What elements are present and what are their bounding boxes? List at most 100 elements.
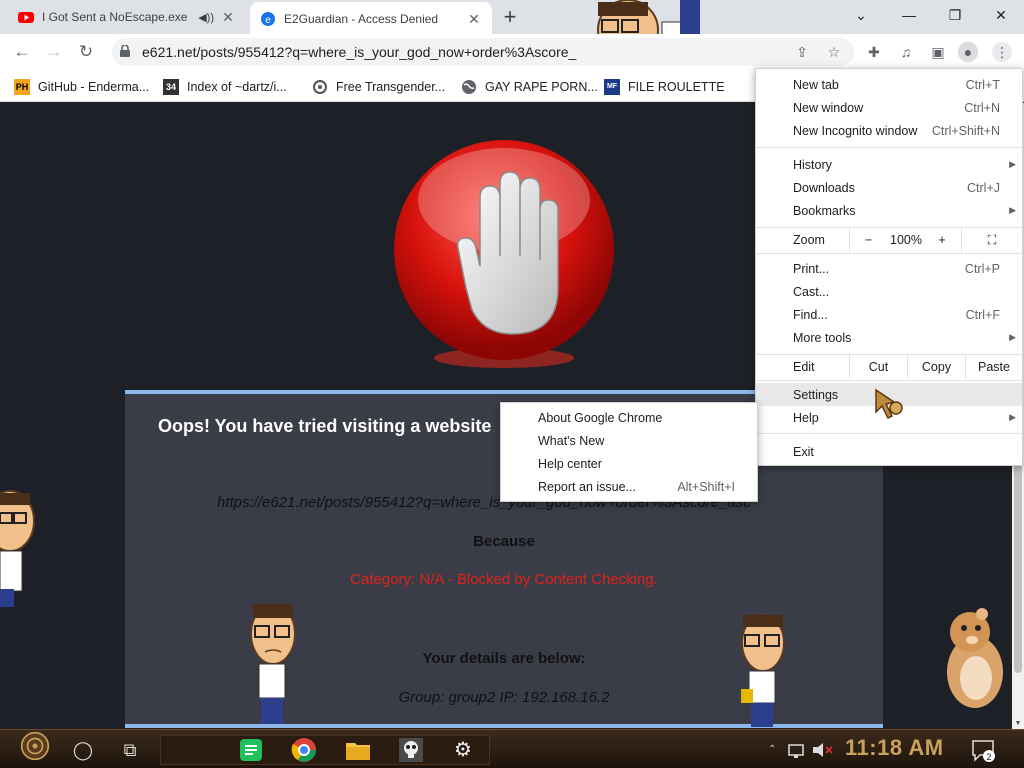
menu-item-downloads[interactable]: Downloads Ctrl+J [756,176,1022,199]
tab-search-button[interactable]: ⌄ [838,0,884,30]
menu-item-bookmarks[interactable]: Bookmarks ▶ [756,199,1022,222]
taskbar-clock[interactable]: 11:18 AM [845,735,944,761]
bookmark-item[interactable]: 34 Index of ~dartz/i... [163,78,287,96]
hank-hill-sprite[interactable] [737,611,793,729]
menu-item-more-tools[interactable]: More tools ▶ [756,326,1022,349]
skull-icon[interactable] [398,735,424,765]
menu-item-report-issue[interactable]: Report an issue... Alt+Shift+I [501,476,757,499]
tab-close-button[interactable]: ✕ [220,9,236,26]
menu-label: Settings [793,387,839,402]
close-window-button[interactable]: ✕ [978,0,1024,30]
volume-muted-icon[interactable] [810,735,834,765]
tab-close-button[interactable]: ✕ [466,11,482,28]
share-icon[interactable]: ⇪ [792,42,812,62]
start-button[interactable] [10,731,60,761]
cortana-icon[interactable]: ◯ [72,735,94,765]
bookmark-item[interactable]: PH GitHub - Enderma... [14,78,149,96]
back-icon[interactable]: ← [10,40,34,64]
file-roulette-favicon-icon: MF [604,79,620,95]
chrome-icon[interactable] [290,735,318,765]
copy-button[interactable]: Copy [907,355,965,379]
notification-icon[interactable]: 2 [970,735,996,765]
scroll-down-arrow[interactable]: ▼ [1012,720,1024,727]
e2guardian-icon: e [261,12,275,26]
url-text[interactable]: e621.net/posts/955412?q=where_is_your_go… [142,44,742,60]
bookmark-item[interactable]: GAY RAPE PORN... [461,78,598,96]
address-bar[interactable]: e621.net/posts/955412?q=where_is_your_go… [112,38,854,66]
menu-label: Help center [538,457,602,471]
menu-shortcut: Ctrl+J [967,180,1000,195]
reload-icon[interactable]: ↻ [74,40,98,64]
menu-item-about-chrome[interactable]: About Google Chrome [501,407,757,430]
menu-shortcut: Ctrl+T [965,77,1000,92]
custom-cursor-icon [875,388,903,420]
sidepanel-icon[interactable]: ▣ [928,42,948,62]
menu-label: Exit [793,444,814,459]
hank-hill-sprite[interactable] [0,489,36,607]
menu-shortcut: Ctrl+N [964,100,1000,115]
menu-shortcut: Alt+Shift+I [677,480,735,494]
bookmark-item[interactable]: Free Transgender... [312,78,445,96]
menu-zoom-row: Zoom − 100% + ⛶ [756,228,1022,252]
menu-separator [756,380,1022,381]
youtube-icon [18,12,34,23]
fullscreen-icon[interactable]: ⛶ [961,228,1022,252]
media-icon[interactable]: ♫ [896,42,916,62]
zoom-in-button[interactable]: + [925,228,959,252]
network-icon[interactable] [786,735,808,765]
task-view-icon[interactable]: ⧉ [118,735,142,765]
submenu-arrow-icon: ▶ [1009,205,1016,215]
bookmark-label: Free Transgender... [336,80,446,94]
cut-button[interactable]: Cut [849,355,907,379]
zoom-label: Zoom [793,233,825,247]
menu-label: More tools [793,330,852,345]
profile-icon[interactable]: ● [958,42,978,62]
tab-youtube[interactable]: I Got Sent a NoEscape.exe ◀)) ✕ [8,0,246,34]
paste-button[interactable]: Paste [965,355,1022,379]
menu-item-new-window[interactable]: New window Ctrl+N [756,96,1022,119]
tab-e2guardian[interactable]: e E2Guardian - Access Denied ✕ [250,2,492,36]
minimize-button[interactable]: — [886,0,932,30]
trans-favicon-icon [312,79,328,95]
menu-item-new-incognito[interactable]: New Incognito window Ctrl+Shift+N [756,119,1022,142]
menu-item-new-tab[interactable]: New tab Ctrl+T [756,73,1022,96]
menu-separator [756,147,1022,148]
star-icon[interactable]: ☆ [824,42,844,62]
forward-icon[interactable]: → [42,40,66,64]
restore-button[interactable]: ❐ [932,0,978,30]
submenu-arrow-icon: ▶ [1009,159,1016,169]
menu-label: What's New [538,434,605,448]
zoom-out-button[interactable]: − [849,228,887,252]
menu-label: New tab [793,77,839,92]
extensions-icon[interactable]: ✚ [864,42,884,62]
because-label: Because [473,533,535,550]
menu-item-help-center[interactable]: Help center [501,453,757,476]
stop-hand-icon [394,140,614,368]
pornhub-favicon-icon: PH [14,79,30,95]
pinned-apps-area [160,735,490,765]
menu-label: About Google Chrome [538,411,663,425]
menu-item-find[interactable]: Find... Ctrl+F [756,303,1022,326]
menu-label: Report an issue... [538,480,636,494]
menu-item-exit[interactable]: Exit [756,440,1022,463]
tray-overflow-icon[interactable]: ⌃ [768,735,782,765]
tab-strip: I Got Sent a NoEscape.exe ◀)) ✕ e E2Guar… [0,0,1024,61]
bookmark-label: GAY RAPE PORN... [485,80,598,94]
notes-app-icon[interactable] [238,735,264,765]
menu-item-cast[interactable]: Cast... [756,280,1022,303]
new-tab-button[interactable]: + [498,4,522,30]
bookmark-item[interactable]: MF FILE ROULETTE [604,78,725,96]
folder-icon[interactable] [344,735,372,765]
hank-hill-sprite[interactable] [245,600,301,726]
menu-item-history[interactable]: History ▶ [756,153,1022,176]
menu-item-whats-new[interactable]: What's New [501,430,757,453]
lock-icon[interactable] [120,43,134,60]
kebab-menu-icon[interactable]: ⋮ [992,42,1012,62]
menu-shortcut: Ctrl+P [964,261,1000,276]
audio-icon[interactable]: ◀)) [198,11,214,24]
menu-item-print[interactable]: Print... Ctrl+P [756,257,1022,280]
menu-separator [756,253,1022,254]
hamster-sprite[interactable] [942,606,1008,710]
gear-icon[interactable]: ⚙ [450,735,476,765]
menu-shortcut: Ctrl+Shift+N [931,123,1000,138]
